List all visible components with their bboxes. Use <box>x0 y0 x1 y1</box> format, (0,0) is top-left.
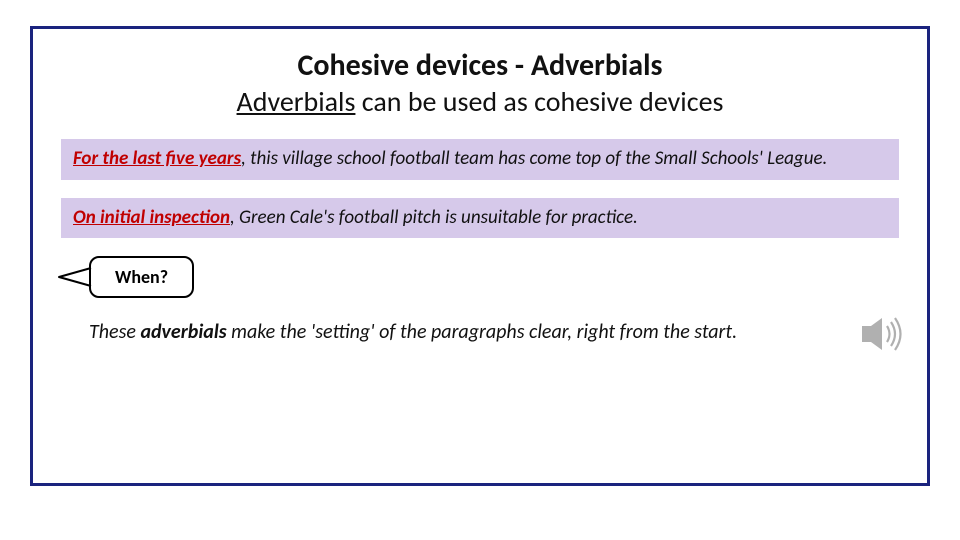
subtitle-underlined: Adverbials <box>237 84 356 119</box>
example-1-rest: , this village school football team has … <box>241 147 827 170</box>
callout-tail-icon <box>57 266 93 288</box>
slide-title: Cohesive devices - Adverbials <box>61 47 899 84</box>
callout-when: When? <box>89 256 194 298</box>
adverbial-2: On initial inspection <box>73 206 230 229</box>
callout-row: When? <box>89 256 899 298</box>
slide-subtitle: Adverbials can be used as cohesive devic… <box>61 84 899 119</box>
callout-label: When? <box>115 266 168 288</box>
footnote-pre: These <box>89 320 140 344</box>
slide-frame: Cohesive devices - Adverbials Adverbials… <box>30 26 930 486</box>
example-2-rest: , Green Cale's football pitch is unsuita… <box>230 206 638 229</box>
adverbial-1: For the last five years <box>73 147 241 170</box>
sound-icon[interactable] <box>860 314 906 354</box>
example-box-2: On initial inspection, Green Cale's foot… <box>61 198 899 239</box>
footnote-strong: adverbials <box>140 320 226 344</box>
footnote: These adverbials make the 'setting' of t… <box>89 320 899 344</box>
example-box-1: For the last five years, this village sc… <box>61 139 899 180</box>
subtitle-rest: can be used as cohesive devices <box>355 84 723 119</box>
footnote-post: make the 'setting' of the paragraphs cle… <box>227 320 738 344</box>
